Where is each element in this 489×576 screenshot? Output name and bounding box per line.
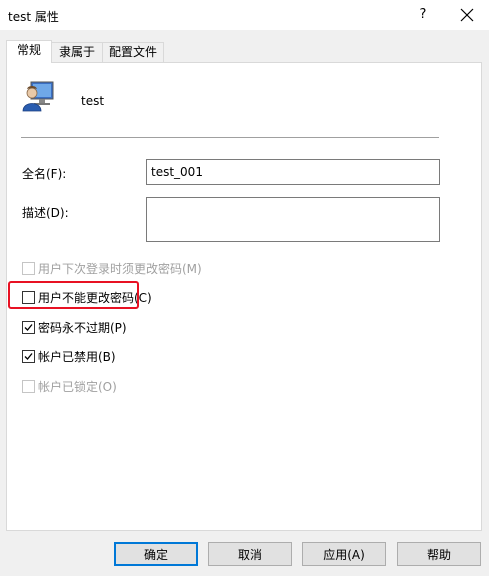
close-button[interactable] <box>452 2 482 28</box>
description-input[interactable] <box>146 197 440 242</box>
tab-general[interactable]: 常规 <box>6 40 52 63</box>
full-name-label: 全名(F): <box>22 167 67 181</box>
tab-general-label: 常规 <box>16 43 41 57</box>
apply-button[interactable]: 应用(A) <box>302 542 386 566</box>
account-disabled-label: 帐户已禁用(B) <box>38 350 116 364</box>
user-name: test <box>81 94 105 108</box>
help-title-button[interactable]: ? <box>408 2 438 28</box>
must-change-password-checkbox[interactable] <box>22 262 35 275</box>
account-locked-checkbox[interactable] <box>22 380 35 393</box>
tab-member-of-label: 隶属于 <box>58 45 95 59</box>
password-never-expires-label: 密码永不过期(P) <box>38 321 127 335</box>
title-bar: test 属性 ? <box>0 0 489 30</box>
full-name-input[interactable] <box>146 159 440 185</box>
cancel-button[interactable]: 取消 <box>208 542 292 566</box>
account-locked-label: 帐户已锁定(O) <box>38 380 117 394</box>
header-divider <box>21 137 439 138</box>
must-change-password-label: 用户下次登录时须更改密码(M) <box>38 262 202 276</box>
properties-dialog: test 属性 ? 常规 隶属于 配置文件 test 全名(F): test_0… <box>0 0 489 576</box>
user-account-icon <box>22 81 54 112</box>
question-icon: ? <box>419 7 427 22</box>
checkmark-icon <box>24 324 33 331</box>
account-disabled-checkbox[interactable] <box>22 350 35 363</box>
window-title: test 属性 <box>8 10 59 24</box>
checkmark-icon <box>24 353 33 360</box>
description-label: 描述(D): <box>22 206 69 220</box>
password-never-expires-checkbox[interactable] <box>22 321 35 334</box>
tab-profile-label: 配置文件 <box>108 45 157 59</box>
highlight-annotation <box>8 281 139 309</box>
tab-profile[interactable]: 配置文件 <box>102 42 164 62</box>
close-icon <box>460 8 474 22</box>
help-button[interactable]: 帮助 <box>397 542 481 566</box>
ok-button[interactable]: 确定 <box>114 542 198 566</box>
tab-member-of[interactable]: 隶属于 <box>51 42 103 62</box>
